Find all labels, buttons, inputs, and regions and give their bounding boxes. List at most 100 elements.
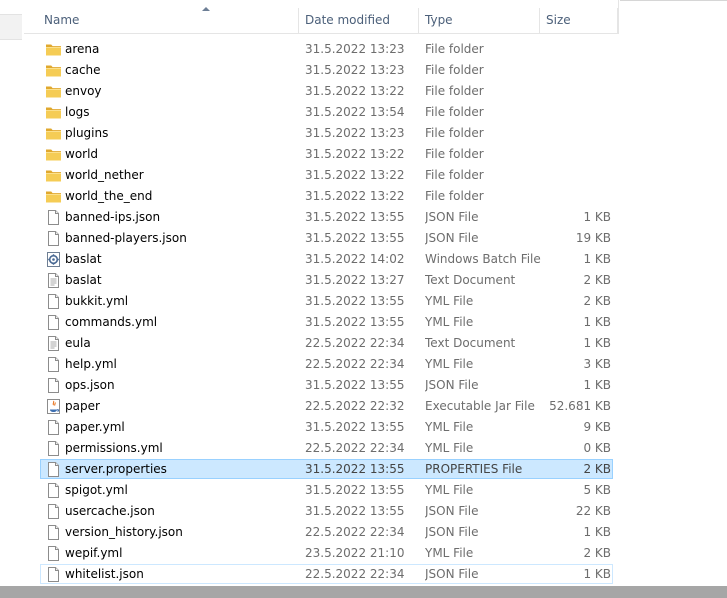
file-name: commands.yml	[65, 315, 158, 329]
file-date-modified: 22.5.2022 22:34	[305, 441, 405, 455]
file-date-modified: 31.5.2022 14:02	[305, 252, 405, 266]
file-type: YML File	[425, 483, 474, 497]
column-header-date-modified[interactable]: Date modified	[299, 8, 419, 33]
file-type: YML File	[425, 357, 474, 371]
file-date-modified: 31.5.2022 13:22	[305, 168, 405, 182]
file-size: 2 KB	[583, 462, 611, 476]
file-date-modified: 22.5.2022 22:34	[305, 336, 405, 350]
file-size: 1 KB	[583, 210, 611, 224]
file-date-modified: 31.5.2022 13:55	[305, 462, 405, 476]
file-date-modified: 23.5.2022 21:10	[305, 546, 405, 560]
file-size	[541, 40, 611, 60]
file-row[interactable]: version_history.json 22.5.2022 22:34 JSON …	[40, 522, 613, 542]
file-name: bukkit.yml	[65, 294, 129, 308]
status-bar	[0, 586, 727, 598]
file-icon	[45, 314, 62, 331]
file-row[interactable]: logs 31.5.2022 13:54 File folder	[40, 102, 613, 122]
file-date-modified: 31.5.2022 13:54	[305, 105, 405, 119]
file-name: version_history.json	[65, 525, 183, 539]
file-row[interactable]: banned-ips.json 31.5.2022 13:55 JSON File 1…	[40, 207, 613, 227]
file-name: baslat	[65, 273, 102, 287]
file-row[interactable]: envoy 31.5.2022 13:22 File folder	[40, 81, 613, 101]
file-date-modified: 31.5.2022 13:23	[305, 63, 405, 77]
folder-icon	[45, 41, 62, 58]
file-name: whitelist.json	[65, 567, 144, 581]
file-row[interactable]: cache 31.5.2022 13:23 File folder	[40, 60, 613, 80]
file-icon	[45, 377, 62, 394]
file-size: 52.681 KB	[549, 399, 611, 413]
file-size: 1 KB	[583, 378, 611, 392]
file-name: usercache.json	[65, 504, 155, 518]
column-header-name-label: Name	[44, 13, 80, 27]
file-size	[541, 61, 611, 81]
navigation-pane-item[interactable]	[0, 14, 22, 40]
folder-icon	[45, 146, 62, 163]
file-name: plugins	[65, 126, 109, 140]
file-type: JSON File	[425, 567, 479, 581]
column-header-size-label: Size	[546, 13, 571, 27]
file-date-modified: 22.5.2022 22:32	[305, 399, 405, 413]
folder-icon	[45, 83, 62, 100]
file-row[interactable]: arena 31.5.2022 13:23 File folder	[40, 39, 613, 59]
file-row[interactable]: commands.yml 31.5.2022 13:55 YML File 1 KB	[40, 312, 613, 332]
folder-icon	[45, 62, 62, 79]
file-date-modified: 22.5.2022 22:34	[305, 567, 405, 581]
file-row[interactable]: baslat 31.5.2022 14:02 Windows Batch File 1…	[40, 249, 613, 269]
file-size: 1 KB	[583, 525, 611, 539]
column-header-bar: Name Date modified Type Size	[24, 7, 618, 34]
file-size	[541, 187, 611, 207]
file-row[interactable]: help.yml 22.5.2022 22:34 YML File 3 KB	[40, 354, 613, 374]
file-row[interactable]: world 31.5.2022 13:22 File folder	[40, 144, 613, 164]
file-icon	[45, 545, 62, 562]
file-name: paper	[65, 399, 100, 413]
file-size: 1 KB	[583, 315, 611, 329]
file-type: File folder	[425, 126, 484, 140]
column-header-type[interactable]: Type	[419, 8, 540, 33]
file-row[interactable]: world_the_end 31.5.2022 13:22 File folder	[40, 186, 613, 206]
file-size	[541, 166, 611, 186]
file-row[interactable]: bukkit.yml 31.5.2022 13:55 YML File 2 KB	[40, 291, 613, 311]
file-row[interactable]: baslat 31.5.2022 13:27 Text Document 2 KB	[40, 270, 613, 290]
file-type: JSON File	[425, 504, 479, 518]
file-row[interactable]: paper 22.5.2022 22:32 Executable Jar File 5…	[40, 396, 613, 416]
batch-file-icon	[45, 251, 62, 268]
file-row[interactable]: paper.yml 31.5.2022 13:55 YML File 9 KB	[40, 417, 613, 437]
file-row[interactable]: ops.json 31.5.2022 13:55 JSON File 1 KB	[40, 375, 613, 395]
file-date-modified: 31.5.2022 13:27	[305, 273, 405, 287]
file-icon	[45, 524, 62, 541]
file-size: 1 KB	[583, 336, 611, 350]
file-size: 22 KB	[575, 504, 611, 518]
file-date-modified: 31.5.2022 13:55	[305, 504, 405, 518]
file-row[interactable]: whitelist.json 22.5.2022 22:34 JSON File 1 …	[40, 564, 613, 584]
file-row[interactable]: banned-players.json 31.5.2022 13:55 JSON F…	[40, 228, 613, 248]
text-file-icon	[45, 272, 62, 289]
navigation-pane[interactable]	[0, 0, 24, 586]
file-type: JSON File	[425, 210, 479, 224]
file-type: Text Document	[425, 336, 516, 350]
file-date-modified: 22.5.2022 22:34	[305, 525, 405, 539]
file-size	[541, 145, 611, 165]
file-type: YML File	[425, 420, 474, 434]
file-name: spigot.yml	[65, 483, 128, 497]
file-date-modified: 31.5.2022 13:22	[305, 189, 405, 203]
file-date-modified: 31.5.2022 13:22	[305, 147, 405, 161]
file-type: Text Document	[425, 273, 516, 287]
file-row[interactable]: eula 22.5.2022 22:34 Text Document 1 KB	[40, 333, 613, 353]
file-name: logs	[65, 105, 90, 119]
file-row[interactable]: wepif.yml 23.5.2022 21:10 YML File 2 KB	[40, 543, 613, 563]
file-date-modified: 31.5.2022 13:22	[305, 84, 405, 98]
file-row[interactable]: plugins 31.5.2022 13:23 File folder	[40, 123, 613, 143]
file-row[interactable]: server.properties 31.5.2022 13:55 PROPERTI…	[40, 459, 613, 479]
file-row[interactable]: permissions.yml 22.5.2022 22:34 YML File 0 …	[40, 438, 613, 458]
column-header-name[interactable]: Name	[38, 7, 299, 33]
file-row[interactable]: usercache.json 31.5.2022 13:55 JSON File 22…	[40, 501, 613, 521]
file-type: PROPERTIES File	[425, 462, 523, 476]
file-row[interactable]: world_nether 31.5.2022 13:22 File folder	[40, 165, 613, 185]
file-size: 0 KB	[583, 441, 611, 455]
text-file-icon	[45, 335, 62, 352]
window-edge-divider	[620, 0, 727, 1]
column-header-type-label: Type	[425, 13, 453, 27]
file-icon	[45, 440, 62, 457]
file-row[interactable]: spigot.yml 31.5.2022 13:55 YML File 5 KB	[40, 480, 613, 500]
column-header-size[interactable]: Size	[540, 8, 618, 33]
